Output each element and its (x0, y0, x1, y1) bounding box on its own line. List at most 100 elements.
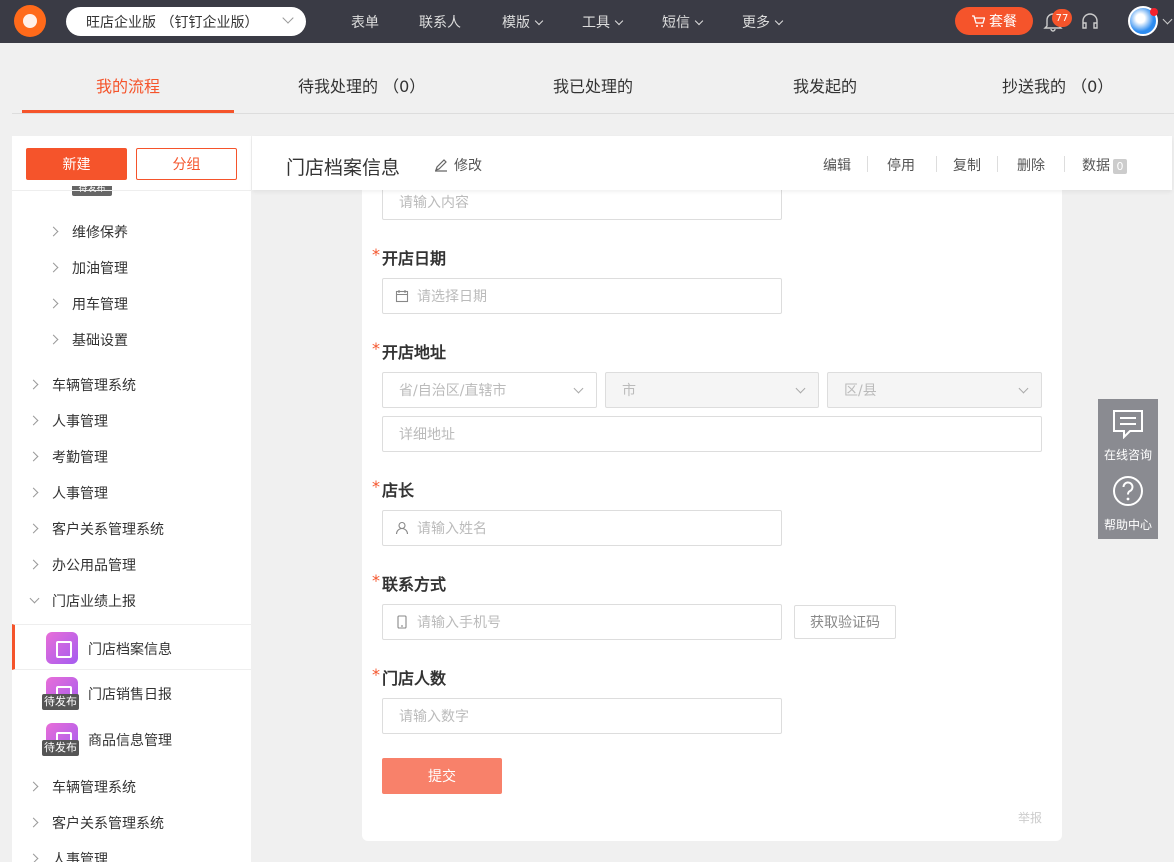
chevron-down-icon (694, 16, 704, 26)
chat-icon (1113, 410, 1143, 439)
sidebar-group-hr-2[interactable]: 人事管理 (52, 483, 108, 503)
divider (1064, 156, 1065, 172)
sidebar-group-office[interactable]: 办公用品管理 (52, 555, 136, 575)
required-mark: * (372, 665, 380, 684)
tab-my-process[interactable]: 我的流程 (96, 73, 160, 97)
address-label: 开店地址 (382, 343, 447, 362)
chevron-right-icon (48, 262, 59, 273)
group-button[interactable]: 分组 (136, 148, 237, 180)
city-select[interactable]: 市 (605, 372, 819, 408)
nav-item-templates[interactable]: 模版 (502, 12, 544, 32)
question-icon (1113, 476, 1143, 506)
sidebar-app-store-archive[interactable]: 门店档案信息 (12, 624, 251, 670)
district-select[interactable]: 区/县 (827, 372, 1042, 408)
online-consult-button[interactable]: 在线咨询 (1098, 399, 1158, 469)
app-icon (46, 632, 78, 664)
sidebar-group-crm[interactable]: 客户关系管理系统 (52, 519, 164, 539)
tab-initiated[interactable]: 我发起的 (793, 73, 857, 97)
app-label: 门店销售日报 (88, 687, 172, 703)
float-help-panel: 在线咨询 帮助中心 (1098, 399, 1158, 539)
address-detail-input[interactable]: 详细地址 (382, 416, 1042, 452)
open-date-label: 开店日期 (382, 249, 447, 268)
calendar-icon (395, 290, 409, 303)
pending-tag: 待发布 (72, 186, 112, 196)
copy-button[interactable]: 复制 (953, 155, 981, 175)
sidebar-group-hr[interactable]: 人事管理 (52, 411, 108, 431)
help-center-button[interactable]: 帮助中心 (1098, 469, 1158, 539)
required-mark: * (372, 571, 380, 590)
user-icon (395, 521, 409, 535)
divider (867, 156, 868, 172)
nav-item-form[interactable]: 表单 (351, 12, 379, 32)
chevron-down-icon (282, 12, 294, 24)
staff-count-input[interactable]: 请输入数字 (382, 698, 782, 734)
sidebar-group-hr-3[interactable]: 人事管理 (52, 849, 108, 862)
sidebar-app-product-info[interactable]: 待发布 商品信息管理 (12, 716, 251, 762)
tab-processed[interactable]: 我已处理的 (553, 73, 633, 97)
edit-button[interactable]: 编辑 (823, 155, 851, 175)
sidebar-group-attendance[interactable]: 考勤管理 (52, 447, 108, 467)
phone-input[interactable]: 请输入手机号 (382, 604, 782, 640)
nav-item-tools[interactable]: 工具 (582, 12, 624, 32)
chevron-right-icon (48, 334, 59, 345)
sidebar-item-basic-settings[interactable]: 基础设置 (72, 330, 128, 350)
app-logo[interactable] (14, 5, 46, 37)
chevron-down-icon (774, 16, 784, 26)
divider (997, 156, 998, 172)
sidebar-item-maintenance[interactable]: 维修保养 (72, 222, 128, 242)
chevron-right-icon (48, 298, 59, 309)
sidebar-app-store-sales[interactable]: 待发布 门店销售日报 (12, 670, 251, 716)
tab-cc[interactable]: 抄送我的 （0） (1002, 73, 1113, 97)
chevron-right-icon (28, 487, 39, 498)
delete-button[interactable]: 删除 (1017, 155, 1045, 175)
pencil-icon (435, 159, 447, 172)
package-button[interactable]: 套餐 (955, 7, 1033, 35)
get-code-button[interactable]: 获取验证码 (794, 605, 896, 639)
nav-item-sms[interactable]: 短信 (662, 12, 704, 32)
pending-tag: 待发布 (42, 694, 79, 710)
cart-icon (972, 15, 985, 27)
notification-badge: 77 (1052, 9, 1072, 27)
chevron-right-icon (48, 226, 59, 237)
phone-icon (397, 615, 407, 629)
chevron-down-icon (795, 383, 806, 394)
sidebar-group-crm-2[interactable]: 客户关系管理系统 (52, 813, 164, 833)
pending-tag: 待发布 (42, 740, 79, 756)
chevron-right-icon (28, 523, 39, 534)
nav-item-more[interactable]: 更多 (742, 12, 784, 32)
status-dot (1150, 8, 1158, 16)
report-link[interactable]: 举报 (1018, 809, 1042, 826)
chevron-down-icon (1018, 383, 1029, 394)
new-button[interactable]: 新建 (26, 148, 127, 180)
submit-button[interactable]: 提交 (382, 758, 502, 794)
divider (12, 113, 1174, 114)
rename-button[interactable]: 修改 (434, 155, 482, 175)
sidebar: 新建 分组 待发布 维修保养 加油管理 用车管理 基础设置 车辆管理系统 人事管… (12, 136, 251, 862)
sidebar-item-vehicle-use[interactable]: 用车管理 (72, 294, 128, 314)
org-name: 旺店企业版 （钉钉企业版） (86, 14, 259, 31)
sidebar-group-store-report[interactable]: 门店业绩上报 (52, 591, 136, 611)
tab-pending[interactable]: 待我处理的 （0） (298, 73, 425, 97)
chevron-right-icon (28, 559, 39, 570)
chevron-down-icon (573, 383, 584, 394)
chevron-down-icon[interactable] (1162, 14, 1173, 25)
top-bar: 旺店企业版 （钉钉企业版） 表单 联系人 模版 工具 短信 更多 套餐 77 (0, 0, 1174, 43)
required-mark: * (372, 339, 380, 358)
province-select[interactable]: 省/自治区/直辖市 (382, 372, 597, 408)
data-count-badge: 0 (1113, 159, 1127, 174)
nav-item-contacts[interactable]: 联系人 (419, 12, 461, 32)
chevron-right-icon (28, 451, 39, 462)
org-selector[interactable]: 旺店企业版 （钉钉企业版） (66, 7, 306, 36)
sidebar-group-vehicle[interactable]: 车辆管理系统 (52, 375, 136, 395)
manager-label: 店长 (382, 481, 415, 500)
data-button[interactable]: 数据 0 (1082, 155, 1127, 175)
sidebar-item-fuel[interactable]: 加油管理 (72, 258, 128, 278)
disable-button[interactable]: 停用 (887, 155, 915, 175)
headset-icon[interactable] (1080, 11, 1100, 31)
open-date-picker[interactable]: 请选择日期 (382, 278, 782, 314)
manager-input[interactable]: 请输入姓名 (382, 510, 782, 546)
sidebar-group-vehicle-2[interactable]: 车辆管理系统 (52, 777, 136, 797)
contact-label: 联系方式 (382, 575, 447, 594)
divider (936, 156, 937, 172)
chevron-right-icon (28, 817, 39, 828)
